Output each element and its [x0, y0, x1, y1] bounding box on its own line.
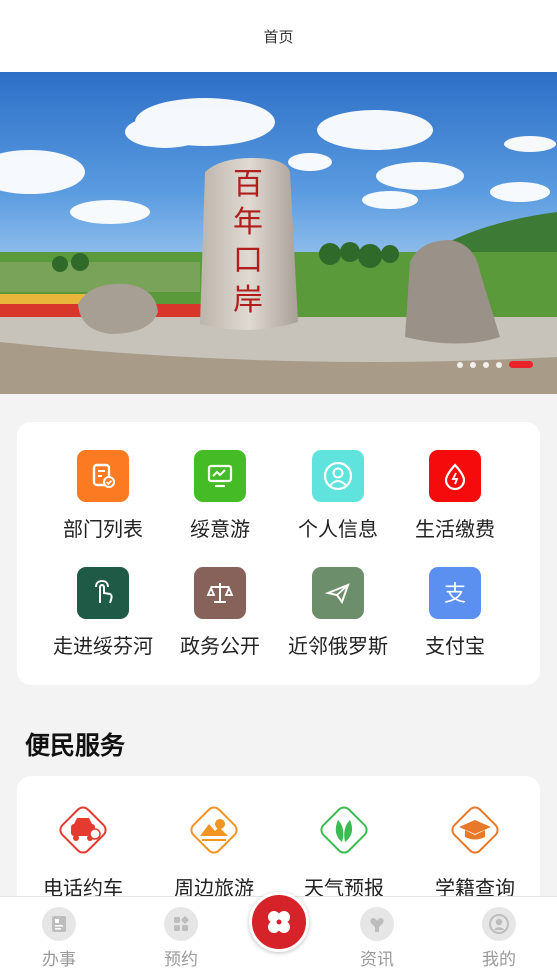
banner-stone-text-1: 百 [233, 167, 263, 202]
grid-item-label: 支付宝 [425, 634, 485, 658]
mountain-sun-icon [190, 806, 238, 854]
service-nearby-travel[interactable]: 周边旅游 [149, 798, 279, 901]
banner-stone-text-3: 口 [233, 243, 263, 278]
id-card-icon [42, 907, 76, 941]
grid-item-suiyi-travel[interactable]: 绥意游 [155, 450, 285, 542]
center-action-button[interactable] [249, 892, 309, 952]
alipay-icon: 支 [429, 567, 481, 619]
taxi-icon [59, 806, 107, 854]
grid-item-utility-payment[interactable]: 生活缴费 [390, 450, 520, 542]
profile-icon [482, 907, 516, 941]
grid-item-label: 绥意游 [190, 517, 250, 541]
tab-affairs[interactable]: 办事 [19, 907, 99, 970]
tab-label: 我的 [482, 950, 516, 970]
tab-label: 办事 [42, 950, 76, 970]
tab-appointment[interactable]: 预约 [141, 907, 221, 970]
banner-carousel[interactable]: 百 年 口 岸 [0, 72, 557, 394]
grid-item-label: 近邻俄罗斯 [288, 634, 388, 658]
carousel-dot[interactable] [483, 361, 489, 368]
top-header: 首页 [0, 0, 557, 72]
balance-scale-icon [194, 567, 246, 619]
paper-plane-icon [312, 567, 364, 619]
tab-mine[interactable]: 我的 [459, 907, 539, 970]
monitor-chart-icon [194, 450, 246, 502]
leaf-icon [320, 806, 368, 854]
grid-item-alipay[interactable]: 支 支付宝 [390, 567, 520, 659]
grid-item-personal-info[interactable]: 个人信息 [273, 450, 403, 542]
carousel-dot-active[interactable] [509, 361, 533, 368]
grid-item-department-list[interactable]: 部门列表 [38, 450, 168, 542]
section-title-convenience: 便民服务 [25, 731, 126, 760]
graduation-cap-icon [451, 806, 499, 854]
service-weather-forecast[interactable]: 天气预报 [279, 798, 409, 901]
grid-item-suifenhe-intro[interactable]: 走进绥芬河 [38, 567, 168, 659]
banner-photo: 百 年 口 岸 [0, 72, 557, 394]
user-circle-icon [312, 450, 364, 502]
carousel-dot[interactable] [470, 361, 476, 368]
grid-item-label: 生活缴费 [415, 517, 495, 541]
carousel-indicator [457, 361, 533, 368]
banner-stone-text-4: 岸 [233, 283, 263, 318]
page-title: 首页 [263, 27, 294, 46]
grid-item-label: 部门列表 [63, 517, 143, 541]
water-drop-icon [429, 450, 481, 502]
grid-item-government-affairs[interactable]: 政务公开 [155, 567, 285, 659]
grid-item-label: 个人信息 [298, 517, 378, 541]
service-taxi-booking[interactable]: 电话约车 [18, 798, 148, 901]
banner-stone-text-2: 年 [233, 205, 263, 240]
heart-hand-icon [360, 907, 394, 941]
carousel-dot[interactable] [457, 361, 463, 368]
clover-icon [268, 911, 290, 933]
apps-icon [164, 907, 198, 941]
tab-news[interactable]: 资讯 [337, 907, 417, 970]
service-student-status[interactable]: 学籍查询 [410, 798, 540, 901]
document-check-icon [77, 450, 129, 502]
grid-item-neighbor-russia[interactable]: 近邻俄罗斯 [273, 567, 403, 659]
tab-label: 预约 [164, 950, 198, 970]
carousel-dot[interactable] [496, 361, 502, 368]
grid-item-label: 走进绥芬河 [53, 634, 153, 658]
quick-access-grid: 部门列表 绥意游 个人信息 生活缴费 走进绥芬河 政务公开 近邻俄罗斯 支 支付… [17, 422, 540, 685]
tab-label: 资讯 [360, 950, 394, 970]
hand-pointer-icon [77, 567, 129, 619]
svg-text:支: 支 [444, 582, 466, 607]
bottom-tab-bar: 办事 预约 资讯 我的 [0, 892, 557, 976]
grid-item-label: 政务公开 [180, 634, 260, 658]
